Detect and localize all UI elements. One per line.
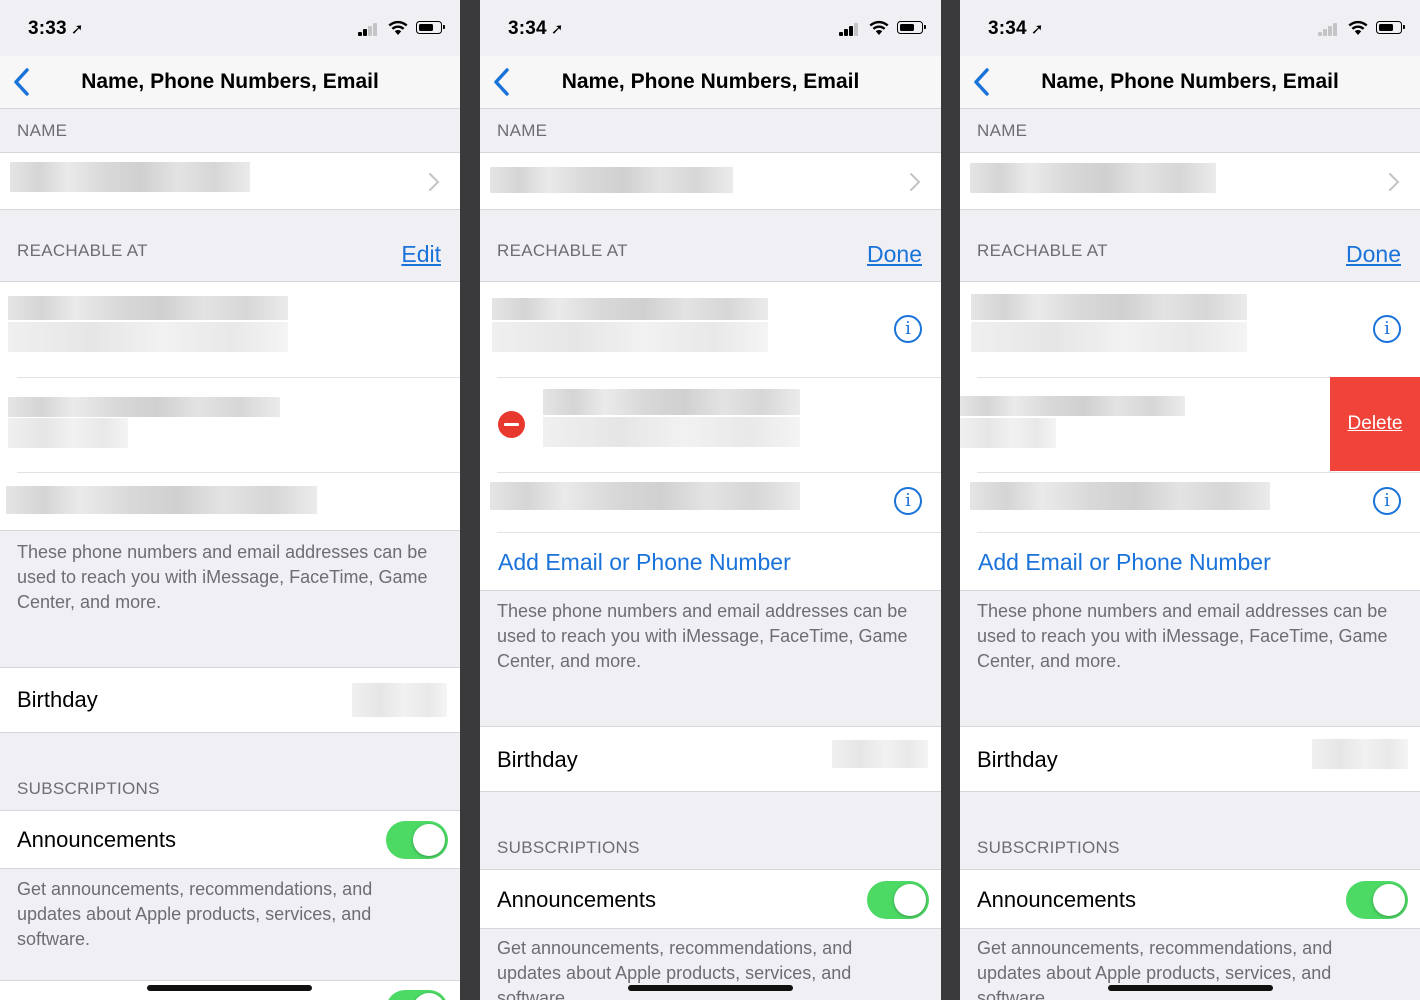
battery-icon bbox=[416, 21, 445, 34]
redacted-contact bbox=[6, 486, 317, 514]
screen-1: 3:33 ➚ Name, Phone Numbers, Email NAME RE… bbox=[0, 0, 460, 1000]
location-arrow-icon: ➚ bbox=[550, 21, 564, 38]
minus-circle-icon[interactable] bbox=[498, 411, 525, 438]
info-circle-icon[interactable]: i bbox=[1373, 487, 1401, 515]
info-circle-icon[interactable]: i bbox=[1373, 315, 1401, 343]
home-indicator[interactable] bbox=[1108, 985, 1273, 991]
info-circle-icon[interactable]: i bbox=[894, 487, 922, 515]
redacted-name bbox=[490, 167, 733, 193]
birthday-label: Birthday bbox=[977, 747, 1058, 772]
home-indicator[interactable] bbox=[628, 985, 793, 991]
done-button[interactable]: Done bbox=[867, 241, 922, 268]
cellular-signal-icon bbox=[1318, 22, 1340, 36]
redacted-contact bbox=[960, 396, 1185, 416]
announcements-toggle[interactable] bbox=[867, 881, 929, 919]
redacted-contact-detail bbox=[8, 418, 128, 448]
redacted-name bbox=[970, 163, 1216, 193]
section-header-name: NAME bbox=[977, 121, 1028, 140]
page-title: Name, Phone Numbers, Email bbox=[561, 70, 860, 93]
birthday-cell[interactable]: Birthday bbox=[480, 726, 941, 792]
location-arrow-icon: ➚ bbox=[70, 21, 84, 38]
redacted-contact-detail bbox=[492, 322, 768, 352]
announcements-footer: Get announcements, recommendations, and … bbox=[17, 879, 373, 949]
redacted-contact bbox=[543, 389, 800, 415]
wifi-icon bbox=[388, 20, 408, 35]
redacted-contact bbox=[490, 482, 800, 510]
reachable-footer: These phone numbers and email addresses … bbox=[17, 542, 428, 612]
edit-button[interactable]: Edit bbox=[401, 241, 441, 268]
wifi-icon bbox=[1348, 20, 1368, 35]
status-time: 3:34 bbox=[988, 18, 1027, 39]
screen-3: 3:34 ➚ Name, Phone Numbers, Email NAME RE… bbox=[960, 0, 1420, 1000]
wifi-icon bbox=[869, 20, 889, 35]
redacted-contact-detail bbox=[8, 322, 288, 352]
navigation-bar: Name, Phone Numbers, Email bbox=[960, 56, 1420, 109]
delete-button[interactable]: Delete bbox=[1330, 377, 1420, 471]
birthday-cell[interactable]: Birthday bbox=[960, 726, 1420, 792]
birthday-label: Birthday bbox=[497, 747, 578, 772]
next-toggle[interactable] bbox=[386, 990, 448, 1000]
announcements-label: Announcements bbox=[17, 827, 176, 852]
section-header-subscriptions: SUBSCRIPTIONS bbox=[497, 838, 640, 857]
navigation-bar: Name, Phone Numbers, Email bbox=[480, 56, 941, 109]
status-time: 3:33 bbox=[28, 18, 67, 39]
announcements-cell: Announcements bbox=[0, 810, 460, 869]
announcements-toggle[interactable] bbox=[386, 821, 448, 859]
redacted-contact bbox=[8, 296, 288, 320]
add-email-or-phone-button[interactable]: Add Email or Phone Number bbox=[498, 549, 791, 576]
reachable-list: i i Add Email or Phone Number bbox=[480, 281, 941, 591]
section-header-subscriptions: SUBSCRIPTIONS bbox=[977, 838, 1120, 857]
battery-icon bbox=[1376, 21, 1405, 34]
reachable-list bbox=[0, 281, 460, 531]
section-header-reachable: REACHABLE AT bbox=[17, 241, 148, 260]
announcements-label: Announcements bbox=[977, 887, 1136, 912]
home-indicator[interactable] bbox=[147, 985, 312, 991]
info-circle-icon[interactable]: i bbox=[894, 315, 922, 343]
battery-icon bbox=[897, 21, 926, 34]
chevron-right-icon bbox=[1389, 173, 1400, 191]
redacted-contact bbox=[971, 294, 1247, 320]
section-header-subscriptions: SUBSCRIPTIONS bbox=[17, 779, 160, 798]
announcements-toggle[interactable] bbox=[1346, 881, 1408, 919]
section-header-name: NAME bbox=[17, 121, 68, 140]
done-button[interactable]: Done bbox=[1346, 241, 1401, 268]
status-bar: 3:33 ➚ bbox=[0, 0, 460, 56]
navigation-bar: Name, Phone Numbers, Email bbox=[0, 56, 460, 109]
redacted-birthday bbox=[1312, 739, 1408, 769]
screen-2: 3:34 ➚ Name, Phone Numbers, Email NAME RE… bbox=[480, 0, 941, 1000]
redacted-contact-detail bbox=[543, 417, 800, 447]
page-title: Name, Phone Numbers, Email bbox=[1041, 70, 1339, 93]
birthday-label: Birthday bbox=[17, 687, 98, 712]
redacted-name bbox=[10, 162, 250, 192]
status-time: 3:34 bbox=[508, 18, 547, 39]
redacted-birthday bbox=[832, 740, 928, 768]
redacted-birthday bbox=[352, 683, 447, 717]
location-arrow-icon: ➚ bbox=[1030, 21, 1044, 38]
announcements-cell: Announcements bbox=[480, 869, 941, 929]
section-header-reachable: REACHABLE AT bbox=[497, 241, 628, 260]
page-title: Name, Phone Numbers, Email bbox=[81, 70, 379, 93]
name-cell[interactable] bbox=[0, 152, 460, 210]
cellular-signal-icon bbox=[839, 22, 861, 36]
add-email-or-phone-button[interactable]: Add Email or Phone Number bbox=[978, 549, 1271, 576]
announcements-cell: Announcements bbox=[960, 869, 1420, 929]
redacted-contact-detail bbox=[971, 322, 1247, 352]
status-bar: 3:34 ➚ bbox=[480, 0, 941, 56]
birthday-cell[interactable]: Birthday bbox=[0, 667, 460, 733]
reachable-footer: These phone numbers and email addresses … bbox=[497, 601, 908, 671]
name-cell[interactable] bbox=[480, 152, 941, 210]
name-cell[interactable] bbox=[960, 152, 1420, 210]
section-header-reachable: REACHABLE AT bbox=[977, 241, 1108, 260]
chevron-right-icon bbox=[910, 173, 921, 191]
reachable-footer: These phone numbers and email addresses … bbox=[977, 601, 1388, 671]
redacted-contact bbox=[492, 298, 768, 320]
chevron-right-icon bbox=[429, 173, 440, 191]
redacted-contact bbox=[970, 482, 1270, 510]
announcements-label: Announcements bbox=[497, 887, 656, 912]
redacted-contact-detail bbox=[960, 418, 1056, 448]
redacted-contact bbox=[8, 397, 280, 417]
section-header-name: NAME bbox=[497, 121, 548, 140]
cellular-signal-icon bbox=[358, 22, 380, 36]
status-bar: 3:34 ➚ bbox=[960, 0, 1420, 56]
